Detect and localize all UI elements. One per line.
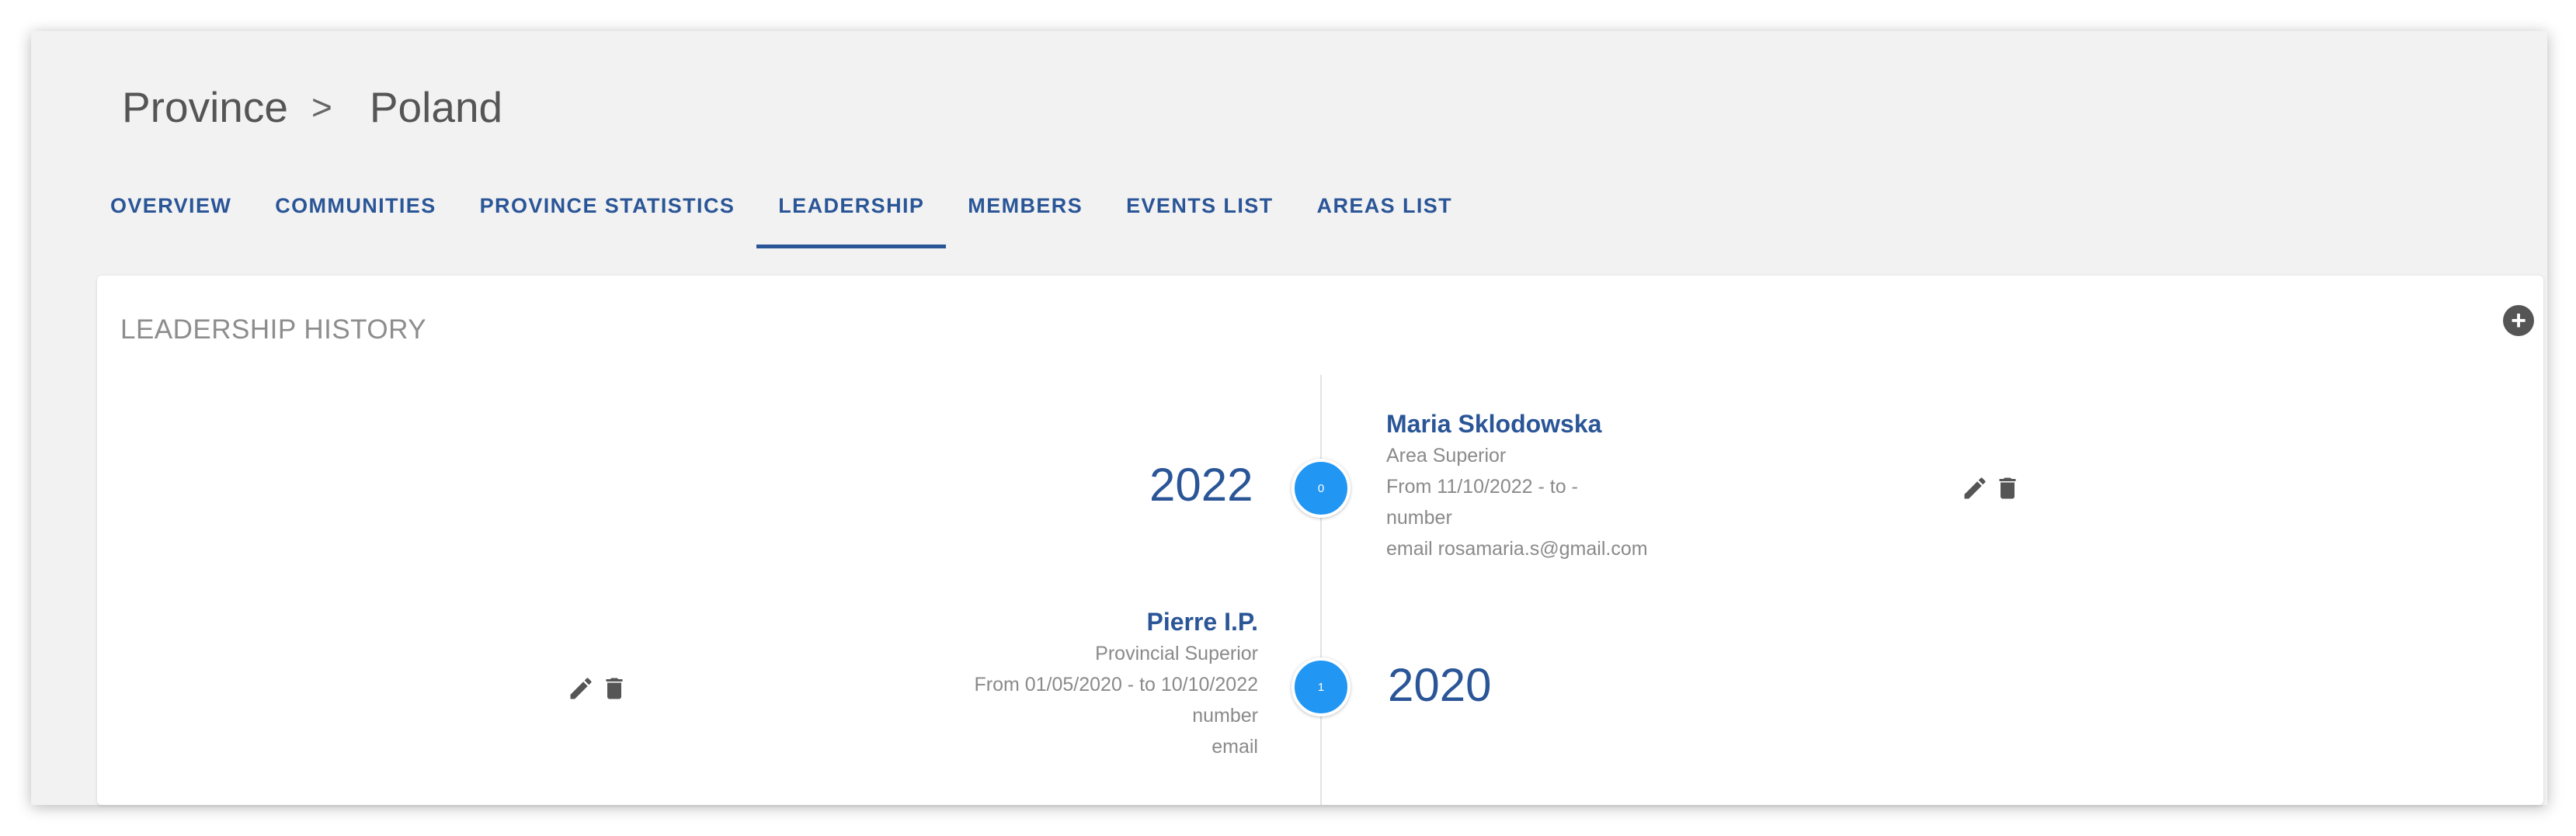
trash-icon[interactable]	[600, 673, 628, 704]
app-window: Province > Poland OVERVIEW COMMUNITIES P…	[31, 31, 2547, 805]
tab-province-statistics[interactable]: PROVINCE STATISTICS	[458, 163, 757, 248]
timeline-dot: 0	[1291, 459, 1351, 518]
plus-circle-icon: +	[2511, 306, 2526, 335]
timeline-year: 2022	[1149, 459, 1253, 511]
leader-name: Pierre I.P.	[1146, 608, 1258, 636]
breadcrumb-separator: >	[311, 87, 332, 127]
leader-role: Provincial Superior	[1095, 643, 1258, 664]
tab-bar: OVERVIEW COMMUNITIES PROVINCE STATISTICS…	[89, 163, 1474, 248]
leader-name: Maria Sklodowska	[1386, 410, 1602, 438]
tab-areas-list[interactable]: AREAS LIST	[1295, 163, 1475, 248]
timeline-year: 2020	[1388, 659, 1492, 711]
tab-overview[interactable]: OVERVIEW	[89, 163, 253, 248]
timeline-dot: 1	[1291, 657, 1351, 716]
leader-period: From 11/10/2022 - to -	[1386, 476, 1578, 498]
leader-period: From 01/05/2020 - to 10/10/2022	[974, 674, 1258, 696]
leader-email: email	[1212, 736, 1258, 758]
leader-email: email rosamaria.s@gmail.com	[1386, 538, 1648, 560]
trash-icon[interactable]	[1994, 473, 2022, 504]
card-title: LEADERSHIP HISTORY	[120, 314, 427, 345]
timeline-entry: Maria Sklodowska Area Superior From 11/1…	[1386, 408, 1648, 564]
pencil-icon[interactable]	[1961, 473, 1989, 504]
add-leader-button[interactable]: +	[2503, 305, 2534, 336]
tab-communities[interactable]: COMMUNITIES	[253, 163, 457, 248]
leader-number: number	[1386, 507, 1452, 529]
timeline-entry: Pierre I.P. Provincial Superior From 01/…	[974, 605, 1258, 762]
tab-members[interactable]: MEMBERS	[946, 163, 1104, 248]
timeline-line	[1320, 375, 1322, 805]
pencil-icon[interactable]	[567, 673, 595, 704]
breadcrumb-parent[interactable]: Province	[122, 82, 288, 132]
tab-leadership[interactable]: LEADERSHIP	[756, 163, 947, 248]
leader-number: number	[1192, 705, 1258, 727]
tab-events-list[interactable]: EVENTS LIST	[1104, 163, 1295, 248]
breadcrumb: Province > Poland	[122, 76, 502, 138]
leadership-history-card: LEADERSHIP HISTORY + 2022 0 Maria Sklodo…	[97, 276, 2543, 805]
breadcrumb-current: Poland	[369, 83, 503, 131]
leader-role: Area Superior	[1386, 445, 1507, 467]
